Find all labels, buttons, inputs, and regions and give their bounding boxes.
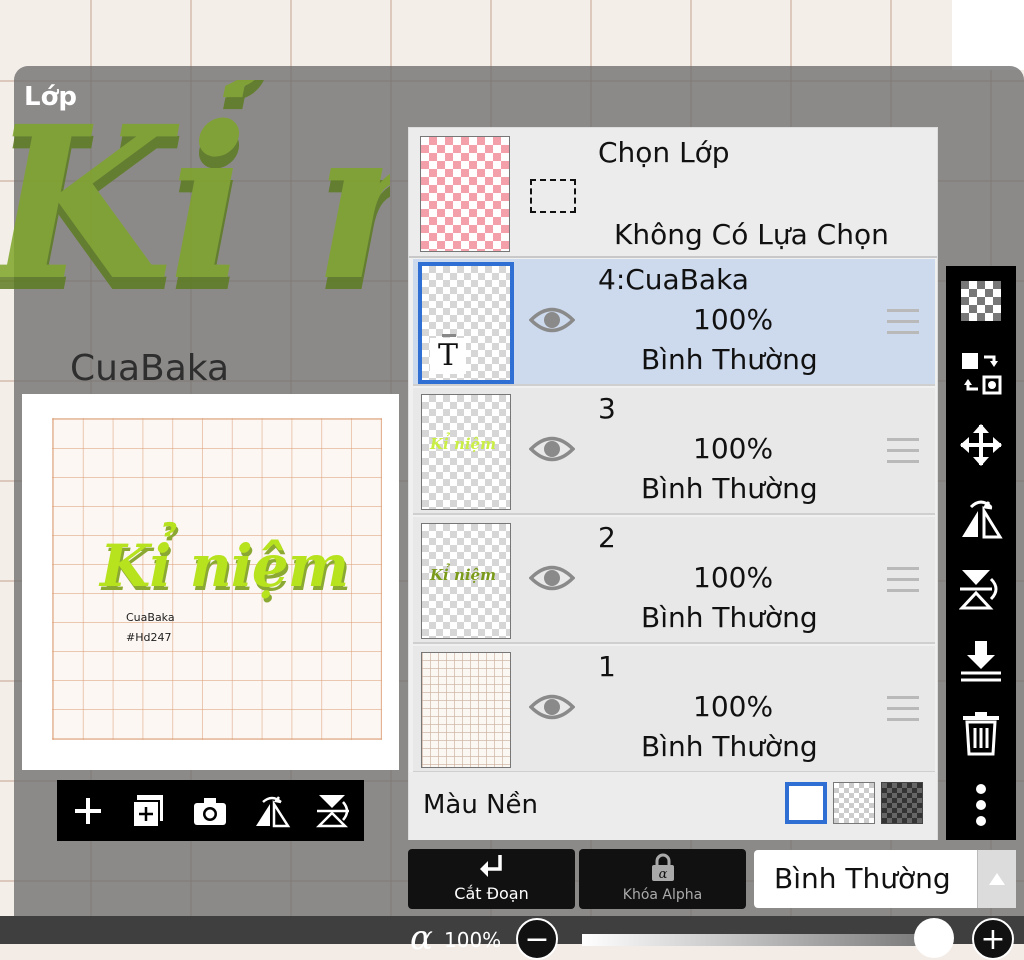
drag-handle-icon[interactable] bbox=[887, 567, 919, 593]
background-color-label: Màu Nền bbox=[423, 790, 539, 820]
opacity-slider-thumb[interactable] bbox=[914, 918, 954, 958]
layer-row[interactable]: 1 100% Bình Thường bbox=[413, 646, 935, 773]
layer-thumbnail: Kỉ niệm bbox=[421, 523, 511, 639]
selection-layer-row[interactable]: Chọn Lớp Không Có Lựa Chọn bbox=[409, 128, 937, 258]
layer-opacity: 100% bbox=[693, 303, 774, 336]
preview-caption-line2: #Hd247 bbox=[126, 631, 172, 644]
swatch-transparent[interactable] bbox=[833, 782, 875, 824]
selection-layer-thumbnail bbox=[420, 136, 510, 252]
clipping-arrow-icon bbox=[480, 855, 502, 877]
layer-blend-mode: Bình Thường bbox=[641, 343, 818, 376]
selection-layer-title: Chọn Lớp bbox=[598, 136, 730, 169]
blend-mode-value: Bình Thường bbox=[774, 862, 951, 895]
thumbnail-art: Kỉ niệm bbox=[430, 435, 496, 453]
drag-handle-icon[interactable] bbox=[887, 438, 919, 464]
visibility-eye-icon[interactable] bbox=[528, 561, 576, 599]
clipping-label: Cắt Đoạn bbox=[454, 884, 529, 903]
thumbnail-art: Kỉ niệm bbox=[430, 566, 496, 584]
layer-opacity: 100% bbox=[693, 561, 774, 594]
blend-mode-select[interactable]: Bình Thường bbox=[754, 850, 1016, 908]
layer-row[interactable]: Kỉ niệm 2 100% Bình Thường bbox=[413, 517, 935, 644]
chevron-up-icon[interactable] bbox=[977, 850, 1016, 908]
drag-handle-icon[interactable] bbox=[887, 309, 919, 335]
layer-thumbnail bbox=[421, 652, 511, 768]
preview-toolbar bbox=[57, 780, 364, 841]
thumbnail-mark bbox=[442, 334, 456, 337]
opacity-slider[interactable] bbox=[582, 934, 932, 946]
flip-vertical-icon[interactable] bbox=[956, 564, 1006, 614]
visibility-eye-icon[interactable] bbox=[528, 432, 576, 470]
layer-actions-toolbar bbox=[946, 266, 1016, 840]
trash-icon[interactable] bbox=[956, 708, 1006, 758]
visibility-eye-icon[interactable] bbox=[528, 303, 576, 341]
selection-marquee-icon bbox=[530, 179, 576, 213]
layer-thumbnail: T bbox=[418, 262, 514, 384]
visibility-eye-icon[interactable] bbox=[528, 690, 576, 728]
drag-handle-icon[interactable] bbox=[887, 696, 919, 722]
preview-caption: CuaBaka #Hd247 bbox=[126, 608, 175, 648]
layer-name: 1 bbox=[598, 650, 616, 683]
layer-thumbnail: Kỉ niệm bbox=[421, 394, 511, 510]
alpha-lock-button[interactable]: α Khóa Alpha bbox=[579, 849, 746, 909]
layer-opacity: 100% bbox=[693, 690, 774, 723]
canvas-author-text: CuaBaka bbox=[70, 348, 230, 389]
svg-text:α: α bbox=[659, 867, 668, 882]
canvas-art-text: Kỉ niệm bbox=[0, 80, 390, 310]
layer-blend-mode: Bình Thường bbox=[641, 730, 818, 763]
opacity-increase-button[interactable]: + bbox=[972, 918, 1014, 960]
background-color-row: Màu Nền bbox=[409, 772, 937, 840]
layer-name: 2 bbox=[598, 521, 616, 554]
add-layer-icon[interactable] bbox=[68, 791, 108, 831]
flip-horizontal-icon[interactable] bbox=[252, 791, 292, 831]
canvas-corner bbox=[952, 0, 1024, 70]
clipping-button[interactable]: Cắt Đoạn bbox=[408, 849, 575, 909]
alpha-lock-label: Khóa Alpha bbox=[622, 887, 703, 903]
layer-name: 3 bbox=[598, 392, 616, 425]
add-layer-copy-icon[interactable] bbox=[129, 791, 169, 831]
more-icon[interactable] bbox=[956, 780, 1006, 830]
opacity-decrease-button[interactable]: − bbox=[516, 918, 558, 960]
preview-title: Kỉ niệm bbox=[100, 532, 349, 600]
merge-down-icon[interactable] bbox=[956, 636, 1006, 686]
layer-list: Chọn Lớp Không Có Lựa Chọn T 4:CuaBaka 1… bbox=[408, 127, 938, 840]
opacity-value: 100% bbox=[444, 928, 502, 952]
camera-icon[interactable] bbox=[190, 791, 230, 831]
panel-title: Lớp bbox=[24, 82, 78, 112]
move-icon[interactable] bbox=[956, 420, 1006, 470]
flip-vertical-icon[interactable] bbox=[313, 791, 353, 831]
transform-icon[interactable] bbox=[956, 348, 1006, 398]
layer-blend-mode: Bình Thường bbox=[641, 601, 818, 634]
layer-opacity: 100% bbox=[693, 432, 774, 465]
checker-icon[interactable] bbox=[956, 276, 1006, 326]
canvas-preview[interactable]: Kỉ niệm CuaBaka #Hd247 bbox=[22, 394, 399, 770]
lock-icon: α bbox=[652, 853, 674, 882]
flip-horizontal-icon[interactable] bbox=[956, 492, 1006, 542]
swatch-dark-checker[interactable] bbox=[881, 782, 923, 824]
preview-caption-line1: CuaBaka bbox=[126, 611, 175, 624]
layer-blend-mode: Bình Thường bbox=[641, 472, 818, 505]
selection-layer-status: Không Có Lựa Chọn bbox=[614, 218, 889, 251]
text-layer-icon: T bbox=[430, 338, 466, 374]
swatch-white[interactable] bbox=[785, 782, 827, 824]
layer-name: 4:CuaBaka bbox=[598, 263, 749, 296]
alpha-symbol: α bbox=[410, 918, 433, 958]
layer-row[interactable]: Kỉ niệm 3 100% Bình Thường bbox=[413, 388, 935, 515]
layer-row[interactable]: T 4:CuaBaka 100% Bình Thường bbox=[413, 259, 935, 386]
